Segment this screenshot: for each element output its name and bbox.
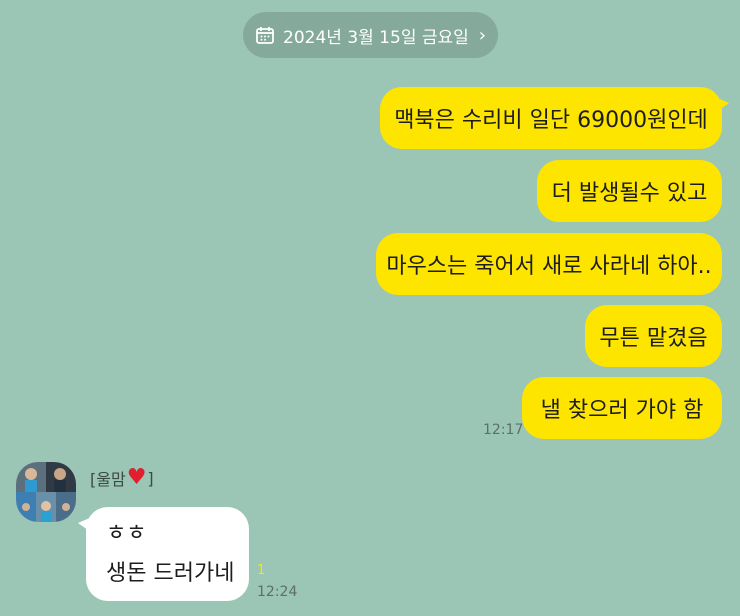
- sender-name-bracket: ]: [147, 468, 154, 488]
- message-text: 무튼 맡겼음: [599, 326, 708, 351]
- sender-name-text: [울맘: [90, 470, 126, 489]
- date-divider-chip[interactable]: 2024년 3월 15일 금요일 ›: [243, 12, 498, 58]
- message-text-line: 생돈 드러가네: [106, 561, 235, 586]
- date-divider-text: 2024년 3월 15일 금요일: [283, 27, 469, 48]
- message-text: 낼 찾으러 가야 함: [540, 398, 704, 423]
- calendar-icon: [255, 25, 275, 45]
- chevron-right-icon: ›: [478, 24, 486, 46]
- message-timestamp: 12:17: [483, 422, 524, 438]
- my-message-bubble[interactable]: 마우스는 죽어서 새로 사라네 하아..: [376, 233, 722, 295]
- message-text: 마우스는 죽어서 새로 사라네 하아..: [386, 254, 712, 279]
- message-text-line: ㅎㅎ: [106, 521, 147, 546]
- their-message-bubble[interactable]: ㅎㅎ 생돈 드러가네: [78, 507, 249, 601]
- message-timestamp: 12:24: [257, 584, 298, 600]
- my-message-bubble[interactable]: 맥북은 수리비 일단 69000원인데: [380, 87, 729, 149]
- message-text: 맥북은 수리비 일단 69000원인데: [394, 108, 708, 133]
- my-message-bubble[interactable]: 더 발생될수 있고: [537, 160, 722, 222]
- sender-name: [울맘 ♥ ]: [90, 466, 154, 490]
- unread-count: 1: [257, 563, 266, 578]
- my-message-bubble[interactable]: 무튼 맡겼음: [585, 305, 722, 367]
- heart-icon: ♥: [126, 465, 147, 490]
- avatar[interactable]: [16, 462, 76, 522]
- message-text: 더 발생될수 있고: [551, 181, 708, 206]
- my-message-bubble[interactable]: 낼 찾으러 가야 함: [522, 377, 722, 439]
